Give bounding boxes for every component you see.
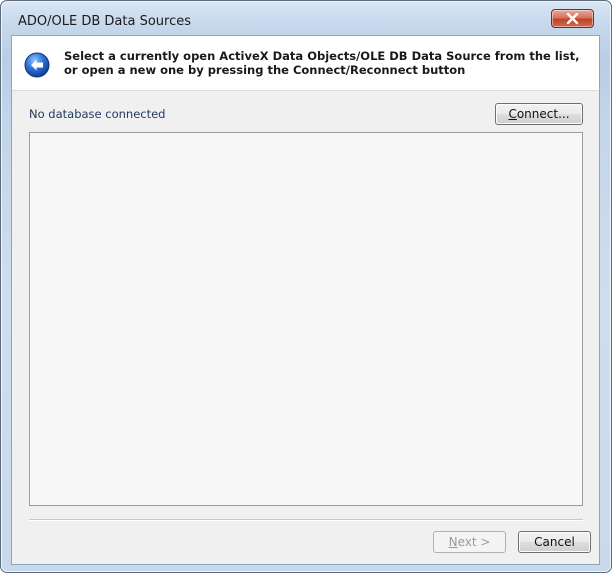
window-title: ADO/OLE DB Data Sources xyxy=(18,14,191,29)
wizard-client-area: Select a currently open ActiveX Data Obj… xyxy=(11,35,600,565)
connect-button[interactable]: Connect... xyxy=(495,103,583,125)
next-label: ext > xyxy=(457,535,491,549)
back-button[interactable] xyxy=(24,52,50,78)
close-button[interactable] xyxy=(551,9,594,28)
footer-separator xyxy=(29,519,583,521)
wizard-content: No database connected Connect... Next > … xyxy=(12,90,599,564)
connect-mnemonic: C xyxy=(508,107,517,121)
close-icon xyxy=(566,13,579,25)
connect-label: onnect... xyxy=(516,107,570,121)
data-source-list[interactable] xyxy=(29,132,583,506)
connection-status: No database connected xyxy=(29,107,166,121)
wizard-instruction: Select a currently open ActiveX Data Obj… xyxy=(64,49,580,77)
wizard-window: ADO/OLE DB Data Sources Select a current… xyxy=(0,0,612,573)
next-button[interactable]: Next > xyxy=(433,531,506,553)
next-mnemonic: N xyxy=(448,535,458,549)
wizard-header: Select a currently open ActiveX Data Obj… xyxy=(12,36,599,90)
cancel-button[interactable]: Cancel xyxy=(518,531,591,553)
back-arrow-icon xyxy=(24,52,50,78)
